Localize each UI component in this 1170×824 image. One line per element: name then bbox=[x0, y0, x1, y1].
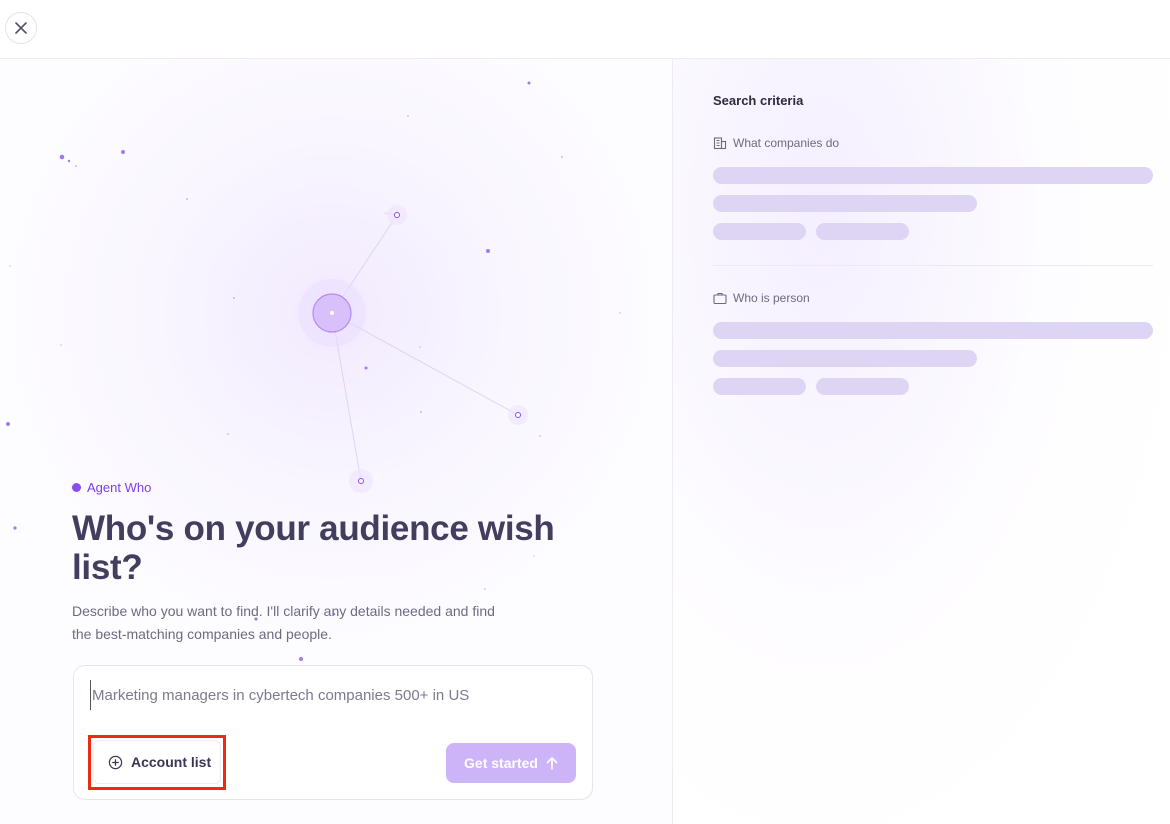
section-divider bbox=[713, 265, 1153, 266]
section-label: What companies do bbox=[733, 136, 840, 150]
section-who-is-person: Who is person bbox=[713, 291, 810, 305]
skeleton-line bbox=[713, 167, 1153, 184]
page-title: Who's on your audience wish list? bbox=[72, 509, 555, 587]
get-started-button[interactable]: Get started bbox=[446, 743, 576, 783]
skeleton-line bbox=[713, 195, 977, 212]
plus-circle-icon bbox=[108, 755, 123, 769]
search-criteria-title: Search criteria bbox=[713, 93, 804, 108]
account-list-button[interactable]: Account list bbox=[93, 740, 221, 784]
skeleton-chip bbox=[816, 378, 909, 395]
section-label: Who is person bbox=[733, 291, 810, 305]
skeleton-line bbox=[713, 350, 977, 367]
account-list-label: Account list bbox=[131, 754, 212, 770]
close-icon bbox=[15, 22, 27, 34]
prompt-input[interactable] bbox=[90, 680, 578, 710]
close-button[interactable] bbox=[5, 12, 37, 44]
skeleton-line bbox=[713, 322, 1153, 339]
skeleton-chip bbox=[713, 378, 806, 395]
skeleton-chip bbox=[816, 223, 909, 240]
skeleton-chip bbox=[713, 223, 806, 240]
briefcase-icon bbox=[713, 292, 727, 305]
agent-badge: Agent Who bbox=[72, 480, 151, 495]
arrow-up-icon bbox=[546, 757, 558, 770]
section-what-companies-do: What companies do bbox=[713, 136, 839, 150]
get-started-label: Get started bbox=[464, 755, 538, 771]
building-icon bbox=[713, 137, 727, 150]
page-description: Describe who you want to find. I'll clar… bbox=[72, 603, 495, 642]
top-bar bbox=[0, 0, 1170, 59]
status-dot bbox=[72, 483, 81, 492]
agent-name: Agent Who bbox=[87, 480, 152, 495]
